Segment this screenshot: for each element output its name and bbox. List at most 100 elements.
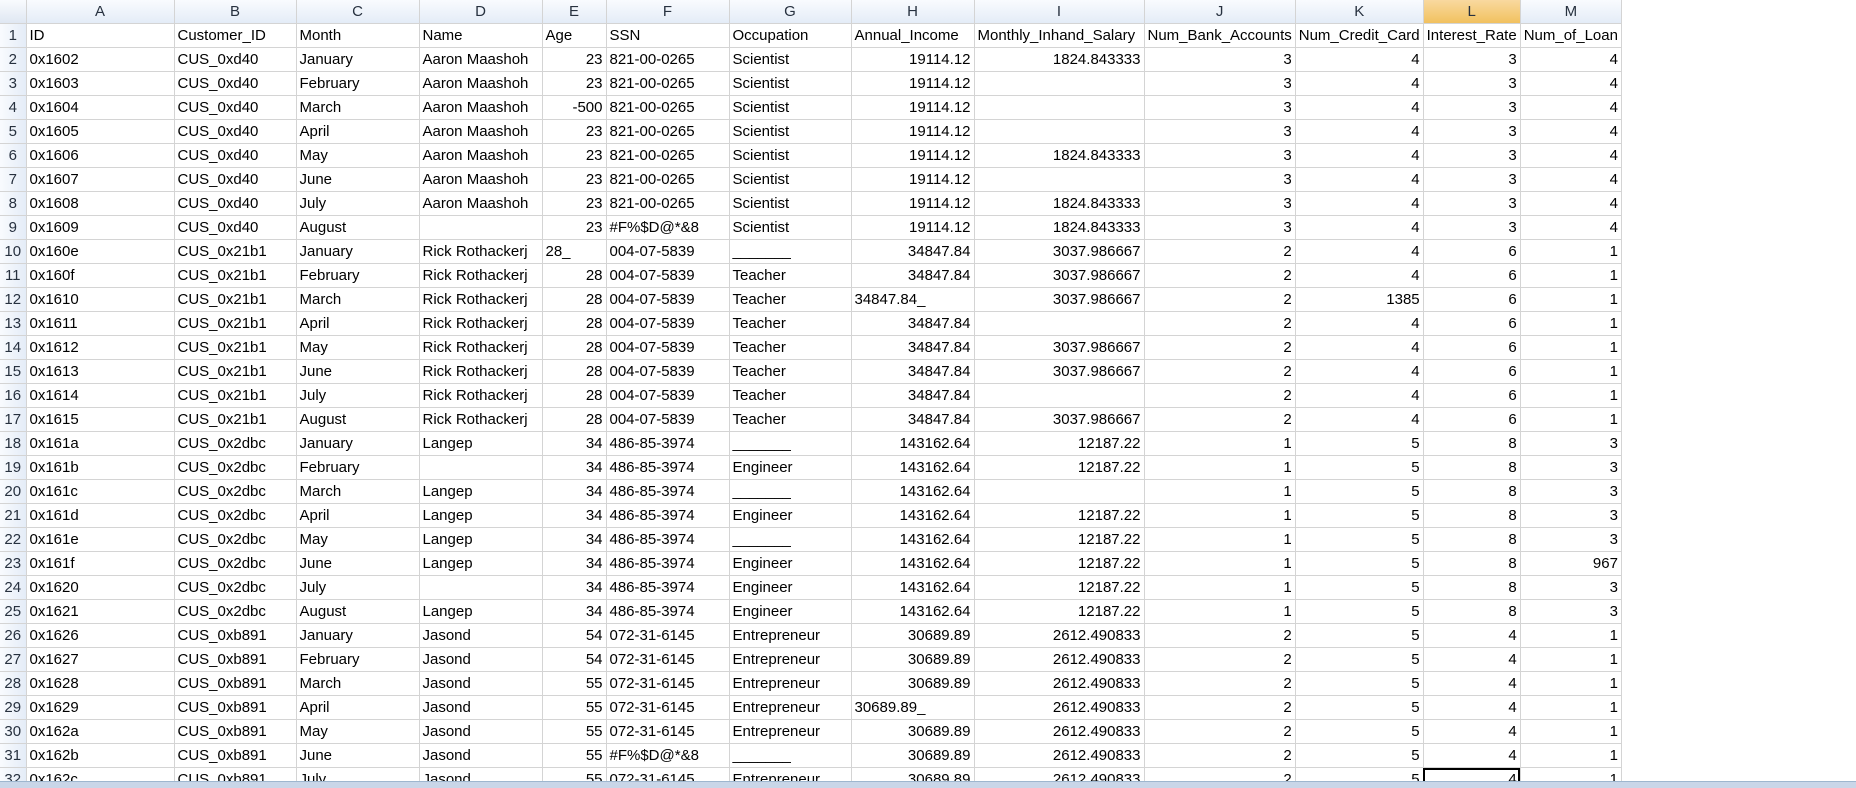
cell-k6[interactable]: 4 <box>1295 143 1424 168</box>
cell-i7[interactable] <box>974 167 1145 192</box>
cell-a12[interactable]: 0x1610 <box>26 287 175 312</box>
cell-c27[interactable]: February <box>296 647 420 672</box>
row-header[interactable]: 19 <box>0 455 27 480</box>
cell-j18[interactable]: 1 <box>1144 431 1296 456</box>
cell-c28[interactable]: March <box>296 671 420 696</box>
cell-h17[interactable]: 34847.84 <box>851 407 975 432</box>
cell-d20[interactable]: Langep <box>419 479 543 504</box>
cell-d31[interactable]: Jasond <box>419 743 543 768</box>
cell-d23[interactable]: Langep <box>419 551 543 576</box>
cell-c5[interactable]: April <box>296 119 420 144</box>
column-header-m[interactable]: M <box>1520 0 1622 24</box>
cell-k22[interactable]: 5 <box>1295 527 1424 552</box>
cell-d2[interactable]: Aaron Maashoh <box>419 47 543 72</box>
cell-g22[interactable]: _______ <box>729 527 852 552</box>
cell-m23[interactable]: 967 <box>1520 551 1622 576</box>
cell-a10[interactable]: 0x160e <box>26 239 175 264</box>
cell-m22[interactable]: 3 <box>1520 527 1622 552</box>
cell-c14[interactable]: May <box>296 335 420 360</box>
cell-h29[interactable]: 30689.89_ <box>851 695 975 720</box>
cell-c31[interactable]: June <box>296 743 420 768</box>
cell-e24[interactable]: 34 <box>542 575 607 600</box>
cell-e1[interactable]: Age <box>542 23 607 48</box>
cell-m28[interactable]: 1 <box>1520 671 1622 696</box>
cell-k20[interactable]: 5 <box>1295 479 1424 504</box>
cell-k17[interactable]: 4 <box>1295 407 1424 432</box>
cell-a25[interactable]: 0x1621 <box>26 599 175 624</box>
cell-i22[interactable]: 12187.22 <box>974 527 1145 552</box>
cell-e4[interactable]: -500 <box>542 95 607 120</box>
cell-l21[interactable]: 8 <box>1423 503 1521 528</box>
cell-i12[interactable]: 3037.986667 <box>974 287 1145 312</box>
row-header[interactable]: 26 <box>0 623 27 648</box>
row-header[interactable]: 23 <box>0 551 27 576</box>
cell-b18[interactable]: CUS_0x2dbc <box>174 431 297 456</box>
cell-g13[interactable]: Teacher <box>729 311 852 336</box>
cell-a13[interactable]: 0x1611 <box>26 311 175 336</box>
column-header-e[interactable]: E <box>542 0 607 24</box>
cell-j24[interactable]: 1 <box>1144 575 1296 600</box>
cell-g12[interactable]: Teacher <box>729 287 852 312</box>
cell-i14[interactable]: 3037.986667 <box>974 335 1145 360</box>
cell-a16[interactable]: 0x1614 <box>26 383 175 408</box>
cell-l3[interactable]: 3 <box>1423 71 1521 96</box>
cell-i3[interactable] <box>974 71 1145 96</box>
cell-k16[interactable]: 4 <box>1295 383 1424 408</box>
cell-f9[interactable]: #F%$D@*&8 <box>606 215 730 240</box>
cell-a17[interactable]: 0x1615 <box>26 407 175 432</box>
cell-g20[interactable]: _______ <box>729 479 852 504</box>
cell-m29[interactable]: 1 <box>1520 695 1622 720</box>
cell-e3[interactable]: 23 <box>542 71 607 96</box>
cell-k7[interactable]: 4 <box>1295 167 1424 192</box>
row-header[interactable]: 27 <box>0 647 27 672</box>
row-header[interactable]: 28 <box>0 671 27 696</box>
cell-l4[interactable]: 3 <box>1423 95 1521 120</box>
cell-l14[interactable]: 6 <box>1423 335 1521 360</box>
cell-d5[interactable]: Aaron Maashoh <box>419 119 543 144</box>
cell-b14[interactable]: CUS_0x21b1 <box>174 335 297 360</box>
cell-j21[interactable]: 1 <box>1144 503 1296 528</box>
row-header[interactable]: 1 <box>0 23 27 48</box>
cell-g10[interactable]: _______ <box>729 239 852 264</box>
column-header-d[interactable]: D <box>419 0 543 24</box>
column-header-l[interactable]: L <box>1423 0 1521 24</box>
cell-d27[interactable]: Jasond <box>419 647 543 672</box>
cell-a23[interactable]: 0x161f <box>26 551 175 576</box>
cell-h31[interactable]: 30689.89 <box>851 743 975 768</box>
cell-h13[interactable]: 34847.84 <box>851 311 975 336</box>
cell-l29[interactable]: 4 <box>1423 695 1521 720</box>
select-all-corner[interactable] <box>0 0 27 24</box>
cell-f25[interactable]: 486-85-3974 <box>606 599 730 624</box>
cell-k18[interactable]: 5 <box>1295 431 1424 456</box>
cell-g2[interactable]: Scientist <box>729 47 852 72</box>
cell-k11[interactable]: 4 <box>1295 263 1424 288</box>
cell-i29[interactable]: 2612.490833 <box>974 695 1145 720</box>
cell-b25[interactable]: CUS_0x2dbc <box>174 599 297 624</box>
cell-m20[interactable]: 3 <box>1520 479 1622 504</box>
cell-c16[interactable]: July <box>296 383 420 408</box>
cell-c4[interactable]: March <box>296 95 420 120</box>
cell-e28[interactable]: 55 <box>542 671 607 696</box>
cell-h10[interactable]: 34847.84 <box>851 239 975 264</box>
cell-e8[interactable]: 23 <box>542 191 607 216</box>
cell-k30[interactable]: 5 <box>1295 719 1424 744</box>
cell-d1[interactable]: Name <box>419 23 543 48</box>
cell-g5[interactable]: Scientist <box>729 119 852 144</box>
cell-f22[interactable]: 486-85-3974 <box>606 527 730 552</box>
cell-g27[interactable]: Entrepreneur <box>729 647 852 672</box>
cell-b7[interactable]: CUS_0xd40 <box>174 167 297 192</box>
cell-g23[interactable]: Engineer <box>729 551 852 576</box>
cell-i4[interactable] <box>974 95 1145 120</box>
cell-j15[interactable]: 2 <box>1144 359 1296 384</box>
cell-l22[interactable]: 8 <box>1423 527 1521 552</box>
cell-i10[interactable]: 3037.986667 <box>974 239 1145 264</box>
cell-h27[interactable]: 30689.89 <box>851 647 975 672</box>
cell-m8[interactable]: 4 <box>1520 191 1622 216</box>
cell-e19[interactable]: 34 <box>542 455 607 480</box>
cell-l2[interactable]: 3 <box>1423 47 1521 72</box>
cell-k13[interactable]: 4 <box>1295 311 1424 336</box>
cell-a29[interactable]: 0x1629 <box>26 695 175 720</box>
cell-f4[interactable]: 821-00-0265 <box>606 95 730 120</box>
column-header-g[interactable]: G <box>729 0 852 24</box>
cell-a3[interactable]: 0x1603 <box>26 71 175 96</box>
